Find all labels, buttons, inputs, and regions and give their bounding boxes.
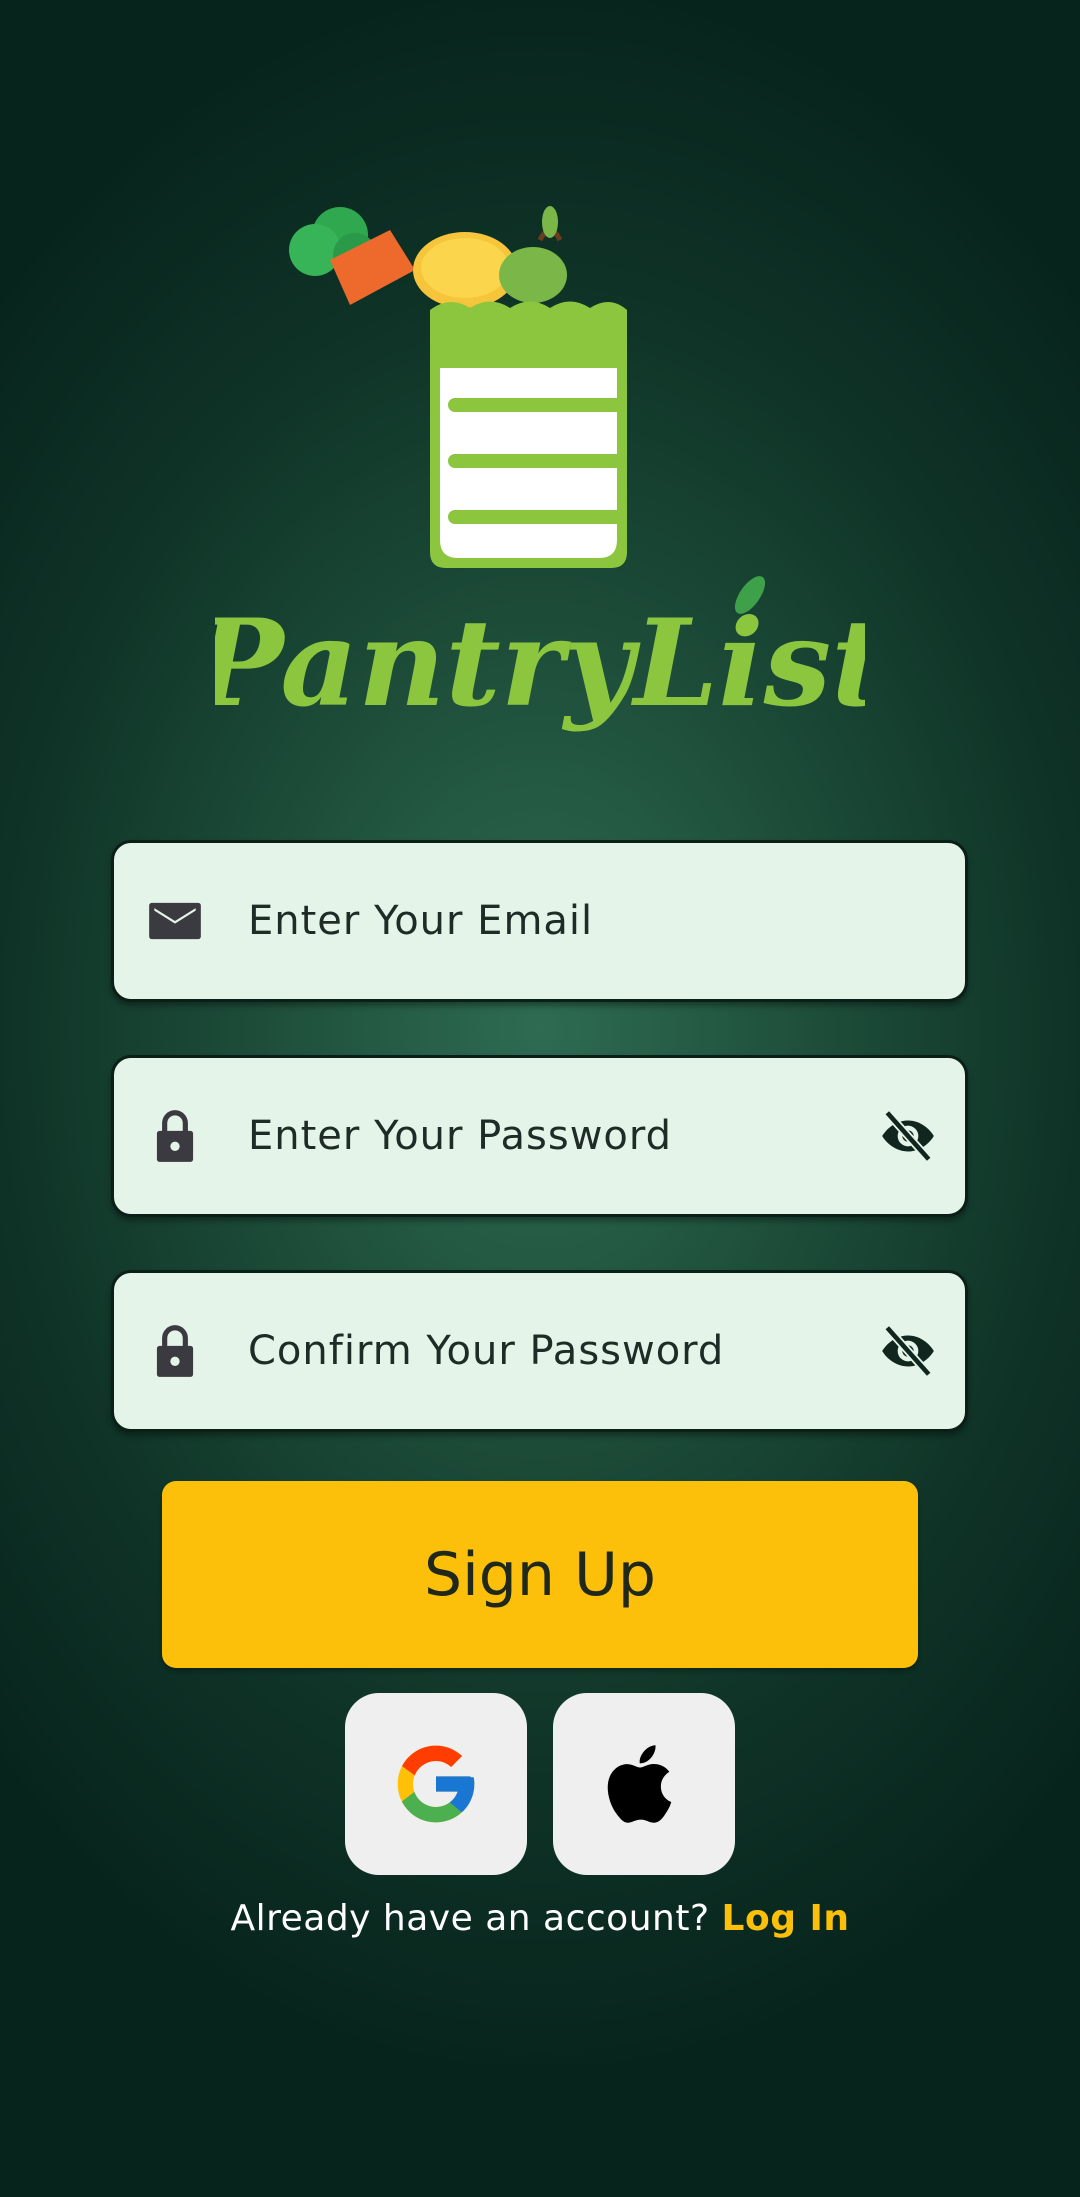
password-placeholder: Enter Your Password xyxy=(248,1113,673,1159)
lock-icon xyxy=(156,1110,194,1162)
already-have-account-text: Already have an account? xyxy=(230,1898,710,1939)
logo-wordmark: PantryList xyxy=(215,593,865,734)
eye-off-icon[interactable] xyxy=(877,1105,939,1167)
password-field[interactable]: Enter Your Password xyxy=(111,1055,968,1217)
google-sign-in-button[interactable] xyxy=(345,1693,527,1875)
pantrylist-logo: PantryList xyxy=(215,206,865,734)
google-icon xyxy=(397,1745,475,1823)
apple-icon xyxy=(607,1745,672,1823)
email-placeholder: Enter Your Email xyxy=(248,898,594,944)
confirm-password-field[interactable]: Confirm Your Password xyxy=(111,1270,968,1432)
confirm-password-placeholder: Confirm Your Password xyxy=(248,1328,725,1374)
lock-icon xyxy=(156,1325,194,1377)
grocery-bag xyxy=(430,301,627,568)
email-field[interactable]: Enter Your Email xyxy=(111,840,968,1002)
apple-sign-in-button[interactable] xyxy=(553,1693,735,1875)
produce-graphic xyxy=(289,206,567,308)
login-prompt: Already have an account? Log In xyxy=(0,1898,1080,1939)
eye-off-icon[interactable] xyxy=(877,1320,939,1382)
sign-up-button[interactable]: Sign Up xyxy=(162,1481,918,1668)
log-in-link[interactable]: Log In xyxy=(722,1898,850,1939)
mail-icon xyxy=(149,902,201,940)
